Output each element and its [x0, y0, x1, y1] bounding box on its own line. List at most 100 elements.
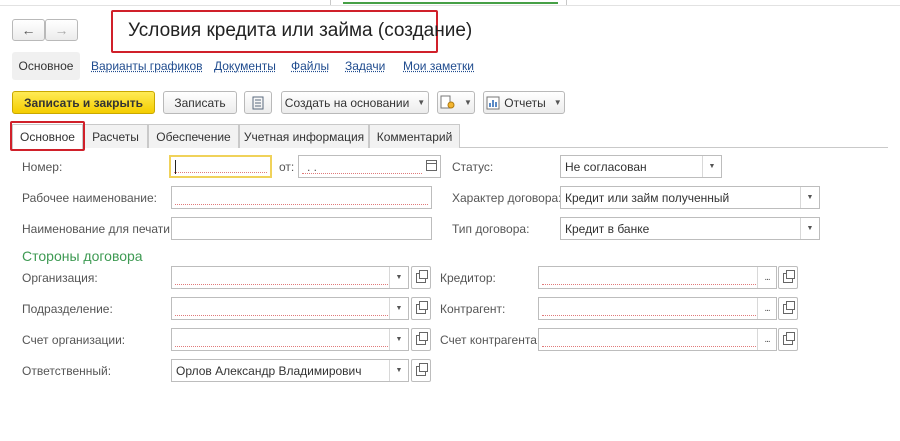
division-select[interactable]: ▼	[171, 297, 409, 320]
open-counterparty-button[interactable]	[778, 297, 798, 320]
contract-nature-select[interactable]: Кредит или займ полученный ▼	[560, 186, 820, 209]
chevron-down-icon[interactable]: ▼	[389, 329, 408, 350]
print-settings-button[interactable]: ▼	[437, 91, 475, 114]
number-label: Номер:	[22, 160, 63, 174]
save-and-close-label: Записать и закрыть	[24, 95, 143, 110]
tab-calculations[interactable]: Расчеты	[83, 124, 148, 148]
required-underline	[174, 172, 267, 173]
open-division-button[interactable]	[411, 297, 431, 320]
open-creditor-button[interactable]	[778, 266, 798, 289]
required-underline	[175, 284, 388, 285]
save-and-close-button[interactable]: Записать и закрыть	[12, 91, 155, 114]
chevron-down-icon: ▼	[417, 98, 426, 107]
date-placeholder: . .	[307, 160, 318, 174]
window-tab-fragment[interactable]	[330, 0, 567, 5]
contract-nature-value: Кредит или займ полученный	[565, 191, 730, 205]
tab-collateral[interactable]: Обеспечение	[148, 124, 239, 148]
create-based-on-button[interactable]: Создать на основании ▼	[281, 91, 429, 114]
creditor-select[interactable]: ...	[538, 266, 777, 289]
document-list-icon	[252, 96, 264, 109]
open-window-icon	[783, 269, 795, 283]
open-organization-button[interactable]	[411, 266, 431, 289]
creditor-label: Кредитор:	[440, 271, 496, 285]
chevron-down-icon[interactable]: ▼	[389, 267, 408, 288]
required-underline	[175, 346, 388, 347]
document-list-button[interactable]	[244, 91, 272, 114]
tab-collateral-label: Обеспечение	[156, 129, 231, 144]
open-window-icon	[416, 300, 428, 314]
chevron-down-icon[interactable]: ▼	[702, 156, 721, 177]
report-icon	[486, 96, 500, 109]
print-name-input[interactable]	[171, 217, 432, 240]
calendar-icon[interactable]	[426, 160, 437, 171]
open-counterparty-account-button[interactable]	[778, 328, 798, 351]
responsible-value: Орлов Александр Владимирович	[176, 364, 362, 378]
required-underline	[542, 284, 756, 285]
create-based-on-label: Создать на основании	[284, 95, 410, 110]
back-button[interactable]: ←	[12, 19, 45, 41]
tab-comment-label: Комментарий	[376, 129, 453, 144]
section-my-notes[interactable]: Мои заметки	[403, 59, 474, 73]
top-strip	[0, 0, 900, 6]
open-window-icon	[783, 331, 795, 345]
responsible-select[interactable]: Орлов Александр Владимирович ▼	[171, 359, 409, 382]
counterparty-account-select[interactable]: ...	[538, 328, 777, 351]
work-name-input[interactable]	[171, 186, 432, 209]
section-files[interactable]: Файлы	[291, 59, 329, 73]
tab-calculations-label: Расчеты	[92, 129, 139, 144]
ellipsis-icon[interactable]: ...	[757, 298, 776, 319]
chevron-down-icon[interactable]: ▼	[389, 360, 408, 381]
organization-select[interactable]: ▼	[171, 266, 409, 289]
section-schedule-variants[interactable]: Варианты графиков	[91, 59, 203, 73]
section-tasks[interactable]: Задачи	[345, 59, 385, 73]
tab-highlight	[10, 121, 85, 151]
ellipsis-icon[interactable]: ...	[757, 267, 776, 288]
counterparty-account-label: Счет контрагента:	[440, 333, 541, 347]
chevron-down-icon[interactable]: ▼	[800, 187, 819, 208]
reports-button[interactable]: Отчеты ▼	[483, 91, 565, 114]
contract-type-value: Кредит в банке	[565, 222, 650, 236]
save-button[interactable]: Записать	[163, 91, 237, 114]
required-underline	[542, 315, 756, 316]
required-underline	[542, 346, 756, 347]
org-account-label: Счет организации:	[22, 333, 126, 347]
status-select[interactable]: Не согласован ▼	[560, 155, 722, 178]
work-name-label: Рабочее наименование:	[22, 191, 157, 205]
section-documents[interactable]: Документы	[214, 59, 276, 73]
arrow-left-icon: ←	[21, 22, 36, 38]
section-main[interactable]: Основное	[12, 52, 80, 80]
section-main-label: Основное	[18, 59, 74, 73]
open-window-icon	[416, 362, 428, 376]
tab-accounting-info[interactable]: Учетная информация	[239, 124, 369, 148]
chevron-down-icon: ▼	[464, 98, 472, 107]
status-label: Статус:	[452, 160, 494, 174]
counterparty-label: Контрагент:	[440, 302, 506, 316]
save-label: Записать	[174, 95, 226, 110]
date-input[interactable]: . .	[298, 155, 441, 178]
open-org-account-button[interactable]	[411, 328, 431, 351]
print-name-label: Наименование для печати:	[22, 222, 174, 236]
tab-accounting-info-label: Учетная информация	[243, 129, 365, 144]
forward-button[interactable]: →	[45, 19, 78, 41]
contract-type-label: Тип договора:	[452, 222, 530, 236]
ellipsis-icon[interactable]: ...	[757, 329, 776, 350]
tab-comment[interactable]: Комментарий	[369, 124, 460, 148]
responsible-label: Ответственный:	[22, 364, 112, 378]
parties-heading: Стороны договора	[22, 248, 143, 264]
date-from-label: от:	[279, 160, 295, 174]
open-responsible-button[interactable]	[411, 359, 431, 382]
contract-nature-label: Характер договора:	[452, 191, 562, 205]
window-title: Условия кредита или займа (создание)	[128, 20, 473, 41]
document-gear-icon	[440, 95, 455, 109]
contract-type-select[interactable]: Кредит в банке ▼	[560, 217, 820, 240]
chevron-down-icon: ▼	[553, 98, 562, 107]
counterparty-select[interactable]: ...	[538, 297, 777, 320]
arrow-right-icon: →	[54, 22, 69, 38]
chevron-down-icon[interactable]: ▼	[389, 298, 408, 319]
required-underline	[175, 315, 388, 316]
org-account-select[interactable]: ▼	[171, 328, 409, 351]
number-input[interactable]	[169, 155, 272, 178]
chevron-down-icon[interactable]: ▼	[800, 218, 819, 239]
division-label: Подразделение:	[22, 302, 113, 316]
reports-label: Отчеты	[504, 95, 546, 110]
